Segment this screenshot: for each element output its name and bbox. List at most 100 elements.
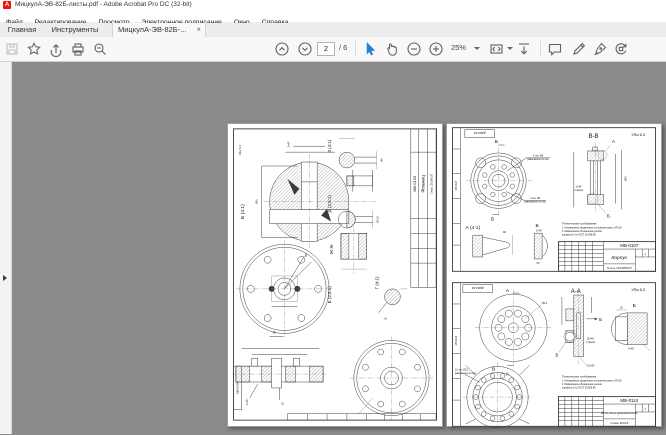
- svg-text:2 фаски: 2 фаски: [586, 341, 595, 344]
- svg-text:2×45°: 2×45°: [536, 230, 542, 233]
- send-review-button[interactable]: [613, 41, 629, 57]
- expand-pane-icon[interactable]: [3, 275, 7, 281]
- zoom-level-select[interactable]: 25%: [451, 43, 466, 52]
- tab-bar: Главная Инструменты МицкулА-ЭВ-82Б-... ×: [0, 23, 666, 37]
- zoom-out-button[interactable]: [406, 41, 422, 57]
- technical-notes: Технические требования 1. Неуказанные пр…: [562, 221, 623, 236]
- svg-text:Г (4:1): Г (4:1): [375, 276, 380, 289]
- svg-text:Ø6: Ø6: [381, 158, 384, 162]
- previous-page-button[interactable]: [274, 41, 290, 57]
- page-number-input[interactable]: 2: [317, 42, 335, 56]
- svg-text:А: А: [272, 331, 277, 334]
- svg-text:Б: Б: [495, 139, 498, 145]
- section-label: В-В: [589, 134, 599, 140]
- svg-text:√Ra 6,3: √Ra 6,3: [238, 145, 242, 156]
- tab-home[interactable]: Главная: [0, 23, 44, 37]
- svg-text:Б: Б: [491, 216, 494, 222]
- svg-text:15°: 15°: [536, 262, 540, 265]
- svg-text:0,5×45°: 0,5×45°: [587, 364, 595, 367]
- document-canvas[interactable]: √Ra 6,3: [0, 62, 666, 434]
- search-button[interactable]: [92, 41, 108, 57]
- acrobat-app-icon: A: [3, 1, 11, 9]
- navigation-pane-collapsed[interactable]: [0, 62, 12, 434]
- svg-text:А: А: [612, 139, 615, 144]
- technical-notes: Технические требования 1. Неуказанные пр…: [562, 374, 623, 389]
- title-block: МВ-0110 Маслоотражатель 1 Сталь 40Х13: [558, 397, 655, 427]
- tab-close-icon[interactable]: ×: [196, 23, 201, 37]
- title-block: МВ-0105 Фланец Сталь 12Х18Н10Т: [411, 129, 436, 288]
- left-stamp-column: МВ-0110: [452, 304, 460, 400]
- svg-text:R2: R2: [503, 231, 507, 234]
- view-housing-face: Б Б 4 отв. М6 равномерно по окр. 4 отв. …: [466, 139, 550, 222]
- view-a41-detail: А (4:1) R2: [465, 225, 512, 257]
- print-button[interactable]: [70, 41, 86, 57]
- svg-text:Ø12,5: Ø12,5: [377, 216, 380, 223]
- drawing-flange: √Ra 6,3: [228, 124, 442, 426]
- svg-text:равномерно по окр.: равномерно по окр.: [455, 372, 477, 375]
- svg-text:Б: Б: [633, 303, 636, 309]
- corner-stamp: ДЭ02-84: [463, 285, 493, 293]
- svg-text:Б: Б: [556, 352, 559, 357]
- svg-text:З (4:1): З (4:1): [327, 139, 332, 153]
- fill-sign-button[interactable]: [571, 41, 587, 57]
- star-button[interactable]: [26, 41, 42, 57]
- svg-text:15°: 15°: [385, 317, 388, 321]
- fit-page-button[interactable]: [516, 41, 532, 57]
- share-button[interactable]: [48, 41, 64, 57]
- page-total-label: / 6: [339, 43, 347, 52]
- toolbar-separator: [540, 41, 541, 56]
- svg-text:Ø45: Ø45: [624, 176, 627, 181]
- svg-text:МВ-0110: МВ-0110: [455, 335, 458, 345]
- drawing-maslo: МВ-0110 ДЭ02-84 А-А √Ra 6,3 А: [447, 279, 661, 430]
- fit-width-button[interactable]: [489, 41, 505, 57]
- svg-text:шрифтом 3 по ГОСТ 26.008-85.: шрифтом 3 по ГОСТ 26.008-85.: [562, 387, 597, 390]
- tab-tools[interactable]: Инструменты: [44, 23, 106, 37]
- title-bar: A МицкулА-ЭВ-82Б-листы.pdf - Adobe Acrob…: [0, 0, 666, 11]
- svg-text:ДЭ02-84: ДЭ02-84: [472, 286, 484, 290]
- view-disc-face: А А Ø4,2 В: [475, 288, 551, 377]
- pdf-page-right: МВ-0107 ДЭ02-84 В-В √Ra 6,3 Б: [446, 123, 662, 427]
- zoom-in-button[interactable]: [428, 41, 444, 57]
- svg-text:Маслоотражатель: Маслоотражатель: [601, 410, 637, 415]
- svg-text:2×45°: 2×45°: [246, 399, 249, 405]
- svg-text:А (4:1): А (4:1): [465, 225, 480, 231]
- comment-button[interactable]: [547, 41, 563, 57]
- tab-document[interactable]: МицкулА-ЭВ-82Б-... ×: [112, 23, 206, 37]
- view-flange-face: Е (2,5:1) М6: [236, 240, 333, 337]
- svg-text:равномерно по окр.: равномерно по окр.: [524, 200, 546, 203]
- svg-text:МВ-0107: МВ-0107: [620, 243, 639, 248]
- view-bb-section: А Б 1×45° 2 фаски Ø45: [574, 139, 628, 218]
- svg-text:2×45°: 2×45°: [287, 141, 290, 147]
- svg-text:Е (2,5:1): Е (2,5:1): [327, 286, 332, 304]
- view-z41: З (4:1) Ø6: [327, 138, 384, 169]
- view-b-detail: Б 30 2×45°: [611, 303, 650, 351]
- next-page-button[interactable]: [297, 41, 313, 57]
- menu-bar: ФайлРедактированиеПросмотрЭлектронное по…: [0, 11, 666, 23]
- svg-text:равномерно по окр.: равномерно по окр.: [527, 158, 549, 161]
- drawing-corpus: МВ-0107 ДЭ02-84 В-В √Ra 6,3 Б: [447, 124, 661, 275]
- window-title: МицкулА-ЭВ-82Б-листы.pdf - Adobe Acrobat…: [15, 1, 192, 8]
- pdf-page-left: √Ra 6,3: [227, 123, 443, 427]
- svg-text:Б: Б: [536, 223, 539, 229]
- fit-caret-icon[interactable]: [507, 47, 513, 50]
- svg-text:Технические требования: Технические требования: [562, 221, 597, 225]
- section-label: А-А: [571, 289, 581, 295]
- svg-text:30: 30: [281, 402, 284, 405]
- svg-text:Технические требования: Технические требования: [562, 374, 597, 378]
- svg-text:30: 30: [620, 306, 623, 309]
- svg-text:Сталь 40Х13: Сталь 40Х13: [610, 421, 628, 425]
- hand-tool-button[interactable]: [384, 41, 400, 57]
- left-stamp-column: МВ-0107: [452, 149, 460, 245]
- view-b-detail: Б 2×45° 15°: [534, 223, 547, 265]
- svg-text:ДЭ02-84: ДЭ02-84: [473, 131, 485, 135]
- zoom-caret-icon[interactable]: [474, 47, 480, 50]
- sign-button[interactable]: [592, 41, 608, 57]
- tab-document-label: МицкулА-ЭВ-82Б-...: [118, 23, 186, 37]
- acrobat-window: A МицкулА-ЭВ-82Б-листы.pdf - Adobe Acrob…: [0, 0, 666, 434]
- select-tool-button[interactable]: [362, 41, 378, 57]
- save-button[interactable]: [4, 41, 20, 57]
- svg-text:Ж-Ж: Ж-Ж: [329, 244, 334, 255]
- svg-text:Сталь 12Х18Н10Т: Сталь 12Х18Н10Т: [431, 173, 434, 193]
- title-block: МВ-0107 Корпус 1 Сталь 12Х18Н10Т: [558, 242, 655, 272]
- svg-text:Ø4,2: Ø4,2: [542, 302, 548, 305]
